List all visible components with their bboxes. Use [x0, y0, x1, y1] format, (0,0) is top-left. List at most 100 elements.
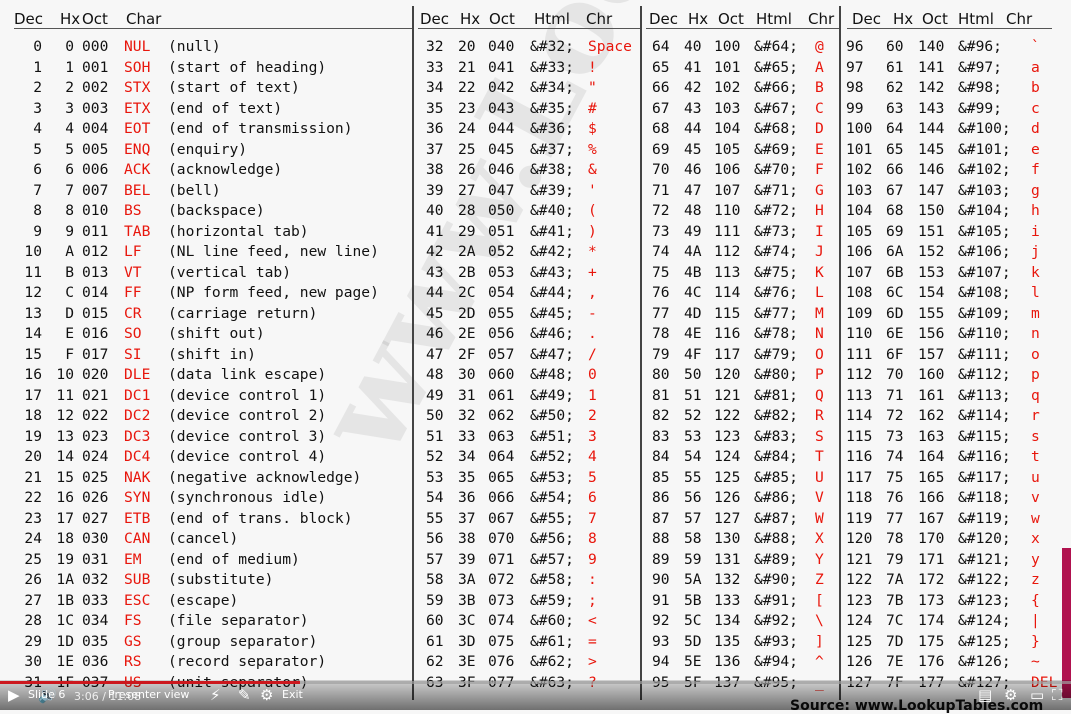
pen-icon[interactable]: ✎: [238, 686, 251, 704]
table-cell: 143: [918, 100, 945, 117]
table-cell: 67: [886, 182, 904, 199]
table-cell: 007: [82, 182, 109, 199]
table-cell: 103: [846, 182, 873, 199]
table-cell: &#76;: [754, 284, 798, 301]
table-cell: 030: [82, 530, 109, 547]
table-cell: 104: [714, 120, 741, 137]
table-cell: 011: [82, 223, 109, 240]
table-cell: ENQ: [124, 141, 151, 158]
table-cell: &#79;: [754, 346, 798, 363]
table-cell: 88: [652, 530, 670, 547]
table-cell: 131: [714, 551, 741, 568]
table-cell: 48: [426, 366, 444, 383]
table-cell: SYN: [124, 489, 151, 506]
table-cell: 172: [918, 571, 945, 588]
table-cell: &#37;: [530, 141, 574, 158]
table-cell: -: [588, 305, 597, 322]
table-cell: 80: [652, 366, 670, 383]
table-cell: 005: [82, 141, 109, 158]
table-cell: o: [1031, 346, 1040, 363]
table-cell: 157: [918, 346, 945, 363]
table-cell: 3A: [458, 571, 476, 588]
table-cell: (bell): [168, 182, 221, 199]
table-cell: 060: [488, 366, 515, 383]
table-cell: 30: [458, 366, 476, 383]
table-cell: 040: [488, 38, 515, 55]
table-cell: :: [588, 571, 597, 588]
table-cell: 075: [488, 633, 515, 650]
table-cell: 3B: [458, 592, 476, 609]
table-cell: 74: [886, 448, 904, 465]
table-cell: &#91;: [754, 592, 798, 609]
column-header: Hx: [688, 10, 709, 28]
table-cell: (null): [168, 38, 221, 55]
table-cell: 76: [886, 489, 904, 506]
table-cell: 54: [426, 489, 444, 506]
table-cell: 126: [714, 489, 741, 506]
table-cell: 076: [488, 653, 515, 670]
theater-icon[interactable]: ▭: [1030, 686, 1044, 704]
table-cell: 170: [918, 530, 945, 547]
table-cell: (data link escape): [168, 366, 327, 383]
exit-button[interactable]: Exit: [282, 688, 303, 701]
table-cell: 155: [918, 305, 945, 322]
table-cell: (end of transmission): [168, 120, 353, 137]
play-icon[interactable]: ▶: [8, 686, 20, 704]
table-cell: V: [815, 489, 824, 506]
table-cell: 24: [458, 120, 476, 137]
table-cell: 6F: [886, 346, 904, 363]
table-cell: NAK: [124, 469, 151, 486]
table-cell: `: [1031, 38, 1040, 55]
table-cell: 6: [588, 489, 597, 506]
presenter-view-button[interactable]: Presenter view: [108, 688, 189, 701]
table-cell: 39: [458, 551, 476, 568]
table-cell: d: [1031, 120, 1040, 137]
table-cell: &#42;: [530, 243, 574, 260]
table-cell: =: [588, 633, 597, 650]
table-cell: 73: [652, 223, 670, 240]
table-cell: 027: [82, 510, 109, 527]
table-cell: 006: [82, 161, 109, 178]
table-cell: 52: [684, 407, 702, 424]
table-cell: &#82;: [754, 407, 798, 424]
gear-icon[interactable]: ⚙: [260, 686, 273, 704]
table-cell: 173: [918, 592, 945, 609]
progress-bar[interactable]: [0, 681, 1071, 684]
table-cell: 163: [918, 428, 945, 445]
table-cell: A: [815, 59, 824, 76]
table-cell: 013: [82, 264, 109, 281]
table-cell: 3: [33, 100, 42, 117]
gear-icon[interactable]: ⚙: [1004, 686, 1017, 704]
table-cell: 116: [846, 448, 873, 465]
table-cell: 19: [24, 428, 42, 445]
table-cell: (shift in): [168, 346, 256, 363]
table-cell: /: [588, 346, 597, 363]
table-cell: 72: [652, 202, 670, 219]
table-cell: 66: [886, 161, 904, 178]
slide-label[interactable]: Slide 6: [28, 688, 65, 701]
table-cell: 2A: [458, 243, 476, 260]
lightning-icon[interactable]: ⚡: [210, 686, 221, 704]
table-cell: 30: [24, 653, 42, 670]
column-header: Oct: [718, 10, 744, 28]
table-cell: 107: [846, 264, 873, 281]
table-cell: 043: [488, 100, 515, 117]
column-header: Html: [756, 10, 792, 28]
table-cell: 43: [426, 264, 444, 281]
table-cell: 112: [714, 243, 741, 260]
table-cell: 8: [65, 202, 74, 219]
column-divider: [640, 6, 642, 700]
table-cell: 72: [886, 407, 904, 424]
table-cell: 13: [56, 428, 74, 445]
table-cell: 2: [33, 79, 42, 96]
table-cell: 54: [684, 448, 702, 465]
table-cell: (start of heading): [168, 59, 327, 76]
column-header: Chr: [586, 10, 613, 28]
table-cell: 010: [82, 202, 109, 219]
table-cell: 37: [458, 510, 476, 527]
captions-icon[interactable]: ▤: [978, 686, 992, 704]
table-cell: 017: [82, 346, 109, 363]
fullscreen-icon[interactable]: ⛶: [1052, 686, 1063, 704]
table-cell: 39: [426, 182, 444, 199]
table-cell: 114: [714, 284, 741, 301]
